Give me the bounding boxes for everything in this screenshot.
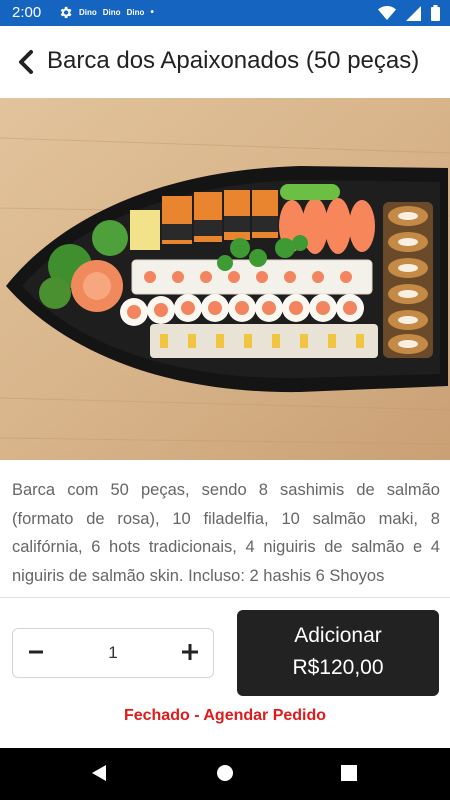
divider (0, 597, 450, 598)
notif-label: Dino (102, 8, 121, 17)
product-description: Barca com 50 peças, sendo 8 sashimis de … (12, 481, 440, 585)
wifi-icon (378, 6, 396, 20)
notif-label: Dino (79, 8, 97, 17)
page-title: Barca dos Apaixonados (50 peças) (47, 47, 420, 74)
status-bar: 2:00 Dino Dino Dino • (0, 0, 450, 26)
more-dot-icon: • (150, 7, 154, 18)
add-button-label: Adicionar (294, 624, 382, 647)
system-nav-bar (0, 748, 450, 800)
battery-icon (431, 5, 440, 21)
status-time: 2:00 (12, 4, 42, 21)
chevron-left-icon[interactable] (14, 48, 40, 76)
back-triangle-icon[interactable] (90, 763, 108, 783)
quantity-stepper: 1 (12, 628, 214, 678)
product-image (0, 98, 450, 460)
plus-icon[interactable] (181, 643, 199, 661)
closed-schedule-link[interactable]: Fechado - Agendar Pedido (0, 707, 450, 725)
signal-icon (406, 5, 421, 21)
status-right-icons (378, 5, 440, 21)
notification-icons: Dino Dino Dino • (58, 5, 154, 20)
recents-square-icon[interactable] (340, 763, 358, 783)
add-to-cart-button[interactable]: Adicionar R$120,00 (237, 610, 439, 696)
gear-icon (60, 6, 72, 19)
notif-label: Dino (126, 8, 145, 17)
app-bar: Barca dos Apaixonados (50 peças) (0, 26, 450, 98)
add-button-price: R$120,00 (292, 656, 384, 679)
home-circle-icon[interactable] (216, 763, 234, 783)
